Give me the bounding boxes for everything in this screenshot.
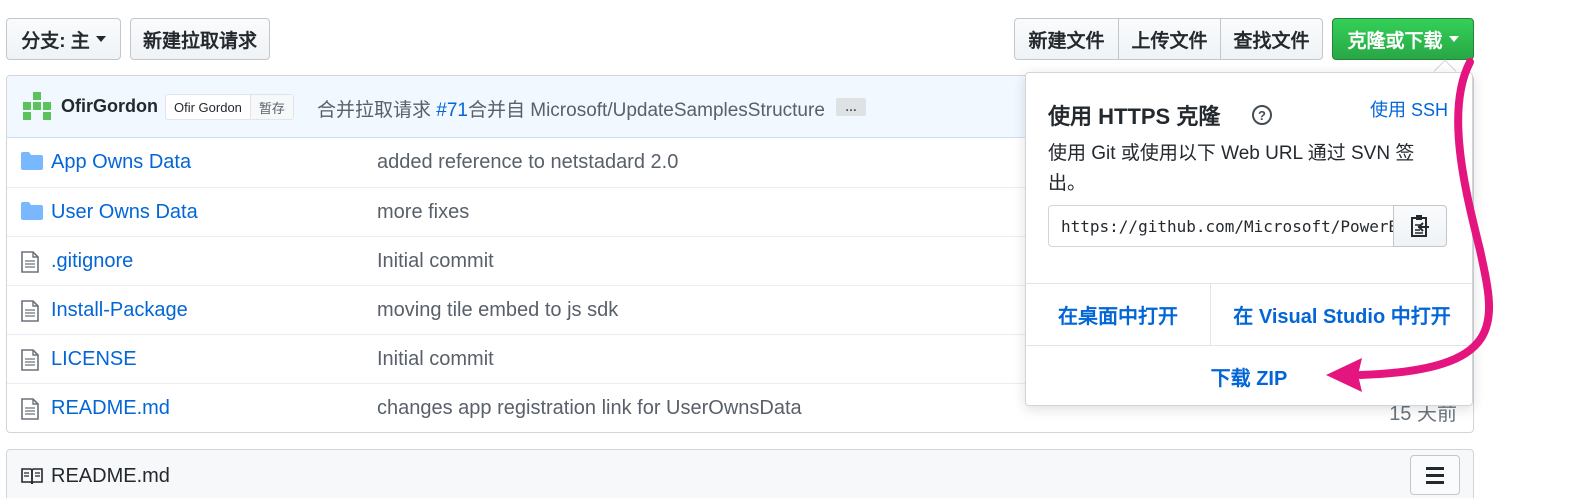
expand-commit-button[interactable]: …: [836, 98, 866, 116]
file-icon: [21, 398, 43, 420]
commit-message: 合并拉取请求 #71合并自 Microsoft/UpdateSamplesStr…: [317, 95, 825, 122]
avatar[interactable]: [23, 92, 51, 120]
clone-or-download-label: 克隆或下载: [1347, 30, 1443, 52]
commit-author-badge[interactable]: Ofir Gordon 暂存: [165, 94, 294, 120]
hamburger-icon-line: [1426, 480, 1444, 484]
pull-request-link[interactable]: #71: [436, 100, 468, 121]
file-name-link[interactable]: .gitignore: [51, 250, 133, 273]
clone-url-input[interactable]: https://github.com/Microsoft/PowerBI-Dev…: [1048, 205, 1394, 247]
create-new-file-button[interactable]: 新建文件: [1015, 19, 1119, 59]
upload-files-button[interactable]: 上传文件: [1119, 19, 1221, 59]
file-icon: [21, 251, 43, 273]
file-name-link[interactable]: User Owns Data: [51, 201, 198, 224]
file-name-link[interactable]: LICENSE: [51, 348, 137, 371]
file-commit-message[interactable]: changes app registration link for UserOw…: [377, 397, 802, 420]
folder-icon: [21, 202, 43, 222]
badge-status: 暂存: [249, 95, 293, 119]
find-file-button[interactable]: 查找文件: [1221, 19, 1322, 59]
branch-label: 分支: 主: [21, 30, 90, 52]
create-new-file-label: 新建文件: [1028, 30, 1105, 52]
file-actions-group: 新建文件 上传文件 查找文件: [1014, 18, 1323, 60]
chevron-down-icon: [1448, 36, 1459, 42]
branch-select-button[interactable]: 分支: 主: [6, 18, 121, 60]
file-commit-message[interactable]: moving tile embed to js sdk: [377, 299, 618, 322]
upload-files-label: 上传文件: [1131, 30, 1208, 52]
clone-or-download-button[interactable]: 克隆或下载: [1332, 18, 1474, 60]
readme-header: README.md: [6, 449, 1474, 498]
folder-icon: [21, 152, 43, 172]
open-in-desktop-button[interactable]: 在桌面中打开: [1026, 284, 1211, 345]
hamburger-icon-line: [1426, 473, 1444, 477]
file-commit-message[interactable]: Initial commit: [377, 250, 494, 273]
hamburger-icon: [1426, 466, 1444, 470]
question-icon[interactable]: ?: [1252, 105, 1272, 125]
file-name-link[interactable]: README.md: [51, 397, 170, 420]
new-pull-request-label: 新建拉取请求: [142, 30, 257, 52]
open-options: 在桌面中打开 在 Visual Studio 中打开: [1026, 283, 1472, 345]
commit-message-suffix: 合并自 Microsoft/UpdateSamplesStructure: [467, 100, 825, 121]
file-commit-message[interactable]: more fixes: [377, 201, 469, 224]
download-zip-button[interactable]: 下载 ZIP: [1026, 345, 1472, 407]
file-commit-message[interactable]: Initial commit: [377, 348, 494, 371]
file-name-link[interactable]: App Owns Data: [51, 151, 191, 174]
open-in-visual-studio-button[interactable]: 在 Visual Studio 中打开: [1211, 284, 1473, 345]
file-name-link[interactable]: Install-Package: [51, 299, 188, 322]
commit-message-prefix: 合并拉取请求: [317, 100, 437, 121]
copy-url-button[interactable]: [1393, 205, 1447, 247]
use-ssh-link[interactable]: 使用 SSH: [1370, 96, 1448, 122]
new-pull-request-button[interactable]: 新建拉取请求: [130, 18, 270, 60]
file-commit-message[interactable]: added reference to netstadard 2.0: [377, 151, 678, 174]
book-icon: [21, 468, 43, 485]
clone-description: 使用 Git 或使用以下 Web URL 通过 SVN 签出。: [1048, 143, 1415, 194]
clipboard-icon: [1411, 215, 1429, 237]
file-icon: [21, 300, 43, 322]
commit-author[interactable]: OfirGordon: [61, 96, 158, 117]
chevron-down-icon: [95, 36, 106, 42]
file-icon: [21, 349, 43, 371]
clone-https-title: 使用 HTTPS 克隆: [1048, 104, 1221, 129]
clone-dropdown: 使用 HTTPS 克隆 ? 使用 SSH 使用 Git 或使用以下 Web UR…: [1025, 72, 1473, 406]
find-file-label: 查找文件: [1233, 30, 1310, 52]
readme-menu-button[interactable]: [1410, 455, 1460, 495]
badge-name: Ofir Gordon: [174, 99, 242, 115]
readme-title: README.md: [51, 465, 170, 487]
